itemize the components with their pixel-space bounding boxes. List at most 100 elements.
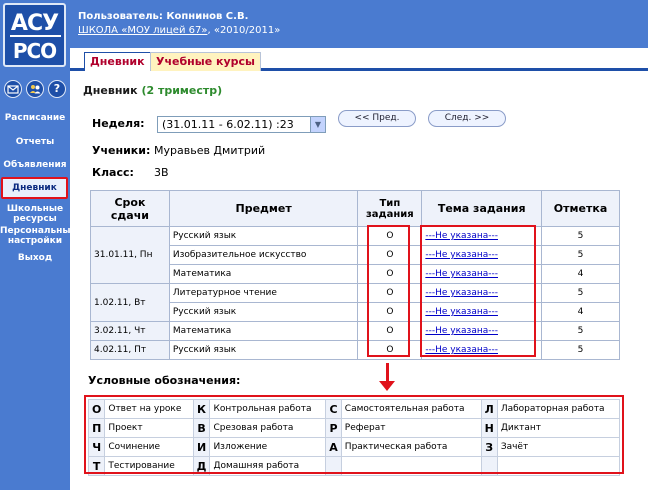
school-year: , «2010/2011» — [207, 25, 281, 36]
mark-cell: 5 — [541, 283, 620, 303]
table-row: 1.02.11, Вт Литературное чтение О ---Не … — [90, 283, 620, 322]
week-select[interactable]: (31.01.11 - 6.02.11) :23 ▼ — [157, 116, 326, 133]
prev-week-button[interactable]: << Пред. — [338, 110, 416, 127]
subject-cell: Русский язык — [168, 302, 359, 322]
logo-line-1: АСУ — [10, 11, 59, 36]
col-date-header-2: сдачи — [110, 208, 149, 222]
legend-value: Ответ на уроке — [104, 399, 194, 419]
school-link[interactable]: ШКОЛА «МОУ лицей 67» — [78, 25, 207, 36]
date-cell: 1.02.11, Вт — [90, 283, 170, 322]
legend-value: Срезовая работа — [209, 418, 327, 438]
legend-value: Проект — [104, 418, 194, 438]
subject-cell: Математика — [168, 321, 359, 341]
personal-settings-label-1: Персональные — [0, 226, 77, 236]
page-title: Дневник (2 триместр) — [83, 84, 222, 97]
legend-key: Ч — [87, 437, 106, 457]
legend-key: П — [87, 418, 106, 438]
sidebar-item-announcements[interactable]: Объявления — [0, 160, 70, 170]
legend-row: О Ответ на уроке К Контрольная работа С Сам… — [87, 399, 621, 419]
tab-diary[interactable]: Дневник — [84, 52, 151, 71]
sidebar-item-reports[interactable]: Отчеты — [0, 137, 70, 147]
topic-link[interactable]: ---Не указана--- — [425, 250, 498, 260]
next-week-button[interactable]: След. >> — [428, 110, 506, 127]
col-type-header-2: задания — [366, 208, 414, 220]
legend-key: Р — [325, 418, 342, 438]
legend-value: Изложение — [209, 437, 327, 457]
sidebar-item-personal-settings[interactable]: Персональные настройки — [0, 226, 77, 246]
tab-courses[interactable]: Учебные курсы — [150, 52, 261, 71]
legend-key: К — [192, 399, 211, 419]
sidebar-item-logout[interactable]: Выход — [0, 253, 70, 263]
legend-key: Т — [87, 456, 106, 476]
date-cell: 4.02.11, Пт — [90, 340, 170, 360]
table-row: Математика О ---Не указана--- 4 — [91, 264, 620, 284]
legend-row: Т Тестирование Д Домашняя работа — [87, 456, 621, 476]
type-cell: О — [357, 264, 423, 284]
topic-cell: ---Не указана--- — [421, 340, 543, 360]
legend-value: Сочинение — [104, 437, 194, 457]
sidebar-item-schedule[interactable]: Расписание — [0, 113, 70, 123]
type-cell: О — [357, 321, 423, 341]
col-subject-header: Предмет — [168, 190, 359, 227]
mark-cell: 5 — [541, 226, 620, 246]
legend-table: О Ответ на уроке К Контрольная работа С Сам… — [87, 399, 621, 476]
col-type-header-1: Тип — [379, 197, 401, 209]
mark-cell: 5 — [541, 245, 620, 265]
col-type-header: Тип задания — [357, 190, 423, 227]
diary-table: Срок сдачи Предмет Тип задания Тема задани… — [90, 190, 620, 360]
topic-link[interactable]: ---Не указана--- — [425, 326, 498, 336]
people-icon[interactable] — [26, 80, 44, 98]
legend-key: И — [192, 437, 211, 457]
table-row: 31.01.11, Пн Русский язык О ---Не указан… — [90, 226, 620, 284]
legend-key: Л — [480, 399, 498, 419]
legend-row: Ч Сочинение И Изложение А Практическая рабо… — [87, 437, 621, 457]
col-topic-header: Тема задания — [421, 190, 543, 227]
sidebar-item-school-resources[interactable]: Школьные ресурсы — [0, 204, 70, 224]
topic-link[interactable]: ---Не указана--- — [425, 307, 498, 317]
chevron-down-icon[interactable]: ▼ — [310, 117, 325, 132]
col-mark-header: Отметка — [541, 190, 620, 227]
legend-value — [340, 456, 482, 476]
type-cell: О — [357, 226, 423, 246]
legend-key: С — [325, 399, 342, 419]
legend-value — [496, 456, 621, 476]
table-row: 3.02.11, Чт Математика О ---Не указана--… — [90, 321, 620, 341]
legend-value: Самостоятельная работа — [340, 399, 482, 419]
topic-cell: ---Не указана--- — [421, 283, 543, 303]
school-resources-label-2: ресурсы — [13, 214, 57, 224]
topic-link[interactable]: ---Не указана--- — [425, 345, 498, 355]
sidebar-icons: ? — [2, 80, 68, 102]
table-row: Русский язык О ---Не указана--- 4 — [91, 302, 620, 322]
topic-link[interactable]: ---Не указана--- — [425, 288, 498, 298]
col-date-header: Срок сдачи — [90, 190, 170, 227]
topic-cell: ---Не указана--- — [421, 302, 543, 322]
sidebar-item-diary[interactable]: Дневник — [1, 177, 68, 199]
class-value: 3В — [154, 166, 169, 179]
mark-cell: 5 — [541, 340, 620, 360]
subject-cell: Изобразительное искусство — [168, 245, 359, 265]
type-cell: О — [357, 283, 423, 303]
mark-cell: 5 — [541, 321, 620, 341]
legend-key: З — [480, 437, 498, 457]
legend-key: Н — [480, 418, 498, 438]
legend-value: Домашняя работа — [209, 456, 327, 476]
legend-value: Зачёт — [496, 437, 621, 457]
topic-cell: ---Не указана--- — [421, 245, 543, 265]
type-cell: О — [357, 340, 423, 360]
arrow-down-icon — [379, 381, 395, 391]
legend-value: Контрольная работа — [209, 399, 327, 419]
type-cell: О — [357, 245, 423, 265]
legend-key — [480, 456, 498, 476]
week-label: Неделя: — [92, 117, 145, 130]
envelope-icon[interactable] — [4, 80, 22, 98]
table-header-row: Срок сдачи Предмет Тип задания Тема задани… — [90, 190, 620, 227]
students-label: Ученики: — [92, 144, 151, 157]
mark-cell: 4 — [541, 302, 620, 322]
tab-bar: Дневник Учебные курсы — [70, 48, 648, 71]
help-icon[interactable]: ? — [48, 80, 66, 98]
topic-link[interactable]: ---Не указана--- — [425, 231, 498, 241]
app-logo[interactable]: АСУ РСО — [3, 3, 66, 67]
subject-cell: Русский язык — [168, 340, 359, 360]
topic-link[interactable]: ---Не указана--- — [425, 269, 498, 279]
logo-line-2: РСО — [12, 39, 57, 63]
